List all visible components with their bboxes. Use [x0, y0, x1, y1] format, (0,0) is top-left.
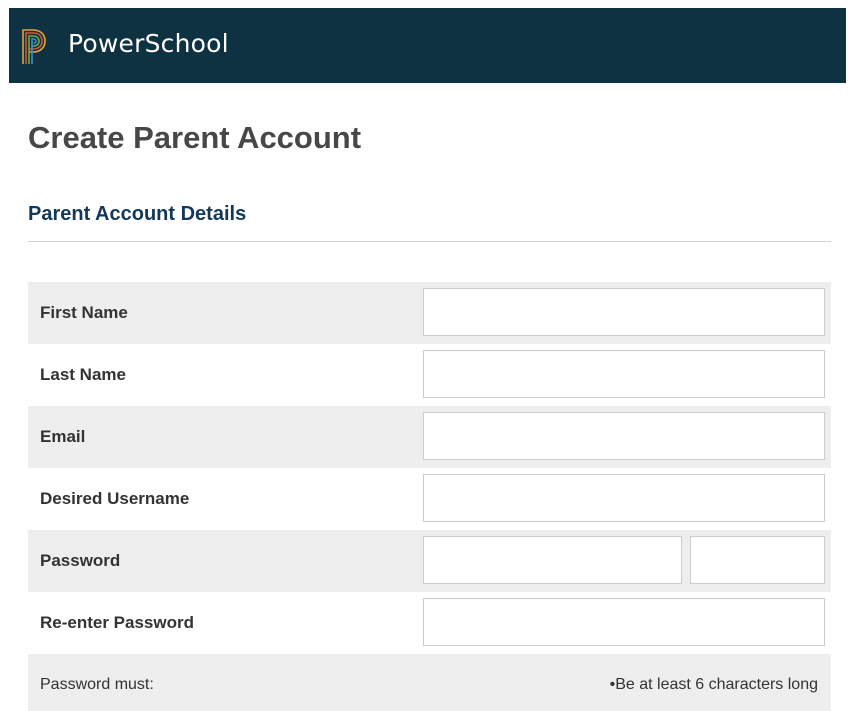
page-title: Create Parent Account	[28, 120, 362, 155]
form-row-username: Desired Username	[28, 468, 831, 530]
last-name-input[interactable]	[423, 350, 825, 398]
password-requirements-row: Password must: •Be at least 6 characters…	[28, 654, 831, 711]
brand-name[interactable]: PowerSchool	[68, 29, 229, 58]
form-row-last-name: Last Name	[28, 344, 831, 406]
form-row-reenter-password: Re-enter Password	[28, 592, 831, 654]
create-parent-account-page: PowerSchool Create Parent Account Parent…	[0, 0, 851, 711]
form-row-first-name: First Name	[28, 282, 831, 344]
password-requirement-item: •Be at least 6 characters long	[609, 676, 818, 693]
last-name-label: Last Name	[40, 365, 126, 384]
username-input[interactable]	[423, 474, 825, 522]
email-input[interactable]	[423, 412, 825, 460]
form-row-email: Email	[28, 406, 831, 468]
powerschool-p-logo-icon[interactable]	[20, 26, 48, 66]
reenter-password-label: Re-enter Password	[40, 613, 194, 632]
reenter-password-input[interactable]	[423, 598, 825, 646]
password-label: Password	[40, 551, 121, 570]
password-input[interactable]	[423, 536, 682, 584]
first-name-label: First Name	[40, 303, 128, 322]
email-label: Email	[40, 427, 86, 446]
password-requirements-label: Password must:	[40, 676, 154, 693]
username-label: Desired Username	[40, 489, 190, 508]
header-bar: PowerSchool	[9, 8, 846, 83]
password-strength-field	[690, 536, 825, 584]
section-title: Parent Account Details	[28, 203, 247, 225]
first-name-input[interactable]	[423, 288, 825, 336]
parent-account-form: First Name Last Name Email Desired Usern…	[28, 282, 831, 711]
form-row-password: Password	[28, 530, 831, 592]
section-divider	[28, 241, 831, 242]
